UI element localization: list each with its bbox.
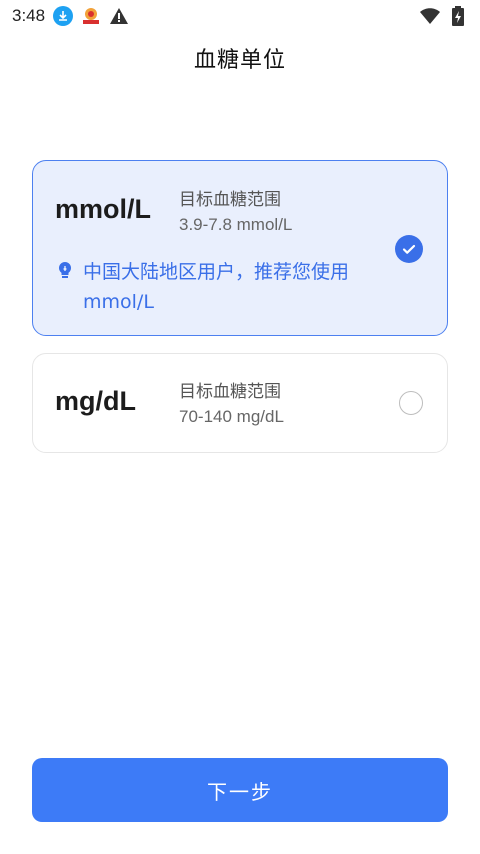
download-icon [53,6,74,26]
warning-icon [109,6,129,26]
target-range-value: 3.9-7.8 mmol/L [179,215,293,234]
recommendation-tip: 中国大陆地区用户，推荐您使用mmol/L [57,257,387,317]
next-button[interactable]: 下一步 [32,758,448,822]
lightbulb-icon [57,261,73,285]
target-range-label: 目标血糖范围 [179,190,281,210]
status-time: 3:48 [12,6,46,25]
checkmark-icon [395,235,423,263]
target-range-label: 目标血糖范围 [179,382,281,402]
page-title: 血糖单位 [193,48,286,73]
battery-charging-icon [448,6,468,26]
status-bar: 3:48 [0,0,480,32]
unit-option-mgdl[interactable]: mg/dL 目标血糖范围 70-140 mg/dL [32,353,448,453]
tip-text: 中国大陆地区用户，推荐您使用mmol/L [83,261,350,313]
wifi-icon [420,6,440,26]
unit-label: mmol/L [55,194,152,224]
app-notification-icon [81,6,101,26]
radio-unchecked-icon[interactable] [399,391,423,415]
target-range-value: 70-140 mg/dL [179,407,284,426]
unit-option-mmol[interactable]: mmol/L 目标血糖范围 3.9-7.8 mmol/L 中国大陆地区用户，推荐… [32,160,448,336]
unit-label: mg/dL [55,386,136,416]
